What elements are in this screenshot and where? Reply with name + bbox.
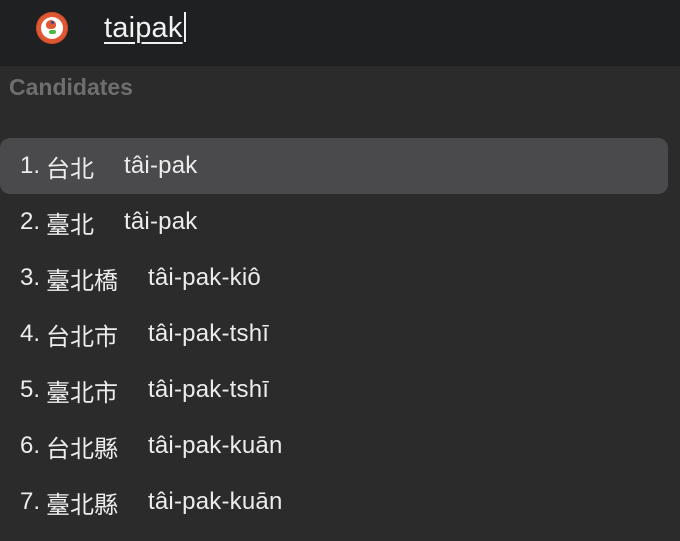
- search-input[interactable]: taipak: [104, 10, 186, 46]
- candidate-romanization: tâi-pak-tshī: [148, 320, 270, 347]
- candidate-romanization: tâi-pak: [124, 152, 198, 179]
- candidate-number: 4.: [20, 320, 41, 347]
- candidate-item[interactable]: 2. 臺北 tâi-pak: [0, 194, 680, 250]
- candidate-list: 1. 台北 tâi-pak 2. 臺北 tâi-pak 3. 臺北橋 tâi-p…: [0, 138, 680, 530]
- section-title: Candidates: [9, 74, 133, 100]
- candidate-item[interactable]: 5. 臺北市 tâi-pak-tshī: [0, 362, 680, 418]
- candidate-hanji: 臺北市: [46, 378, 119, 407]
- candidate-hanji: 臺北縣: [46, 490, 119, 519]
- candidate-number: 3.: [20, 264, 41, 291]
- search-bar: taipak: [0, 0, 680, 66]
- duckduckgo-logo-icon: [36, 12, 68, 44]
- text-caret: [183, 12, 186, 42]
- candidate-item[interactable]: 6. 台北縣 tâi-pak-kuān: [0, 418, 680, 474]
- candidate-item[interactable]: 1. 台北 tâi-pak: [0, 138, 668, 194]
- candidate-romanization: tâi-pak: [124, 208, 198, 235]
- search-query-text: taipak: [104, 12, 183, 44]
- candidate-hanji: 台北: [46, 154, 95, 183]
- candidate-romanization: tâi-pak-kiô: [148, 264, 261, 291]
- candidate-hanji: 台北縣: [46, 434, 119, 463]
- candidate-romanization: tâi-pak-kuān: [148, 432, 283, 459]
- candidate-number: 7.: [20, 488, 41, 515]
- candidate-number: 5.: [20, 376, 41, 403]
- candidate-item[interactable]: 3. 臺北橋 tâi-pak-kiô: [0, 250, 680, 306]
- candidate-number: 1.: [20, 152, 41, 179]
- candidate-hanji: 台北市: [46, 322, 119, 351]
- candidate-hanji: 臺北橋: [46, 266, 119, 295]
- candidate-number: 2.: [20, 208, 41, 235]
- candidate-hanji: 臺北: [46, 210, 95, 239]
- candidate-item[interactable]: 7. 臺北縣 tâi-pak-kuān: [0, 474, 680, 530]
- candidate-romanization: tâi-pak-tshī: [148, 376, 270, 403]
- candidate-romanization: tâi-pak-kuān: [148, 488, 283, 515]
- candidate-number: 6.: [20, 432, 41, 459]
- candidate-item[interactable]: 4. 台北市 tâi-pak-tshī: [0, 306, 680, 362]
